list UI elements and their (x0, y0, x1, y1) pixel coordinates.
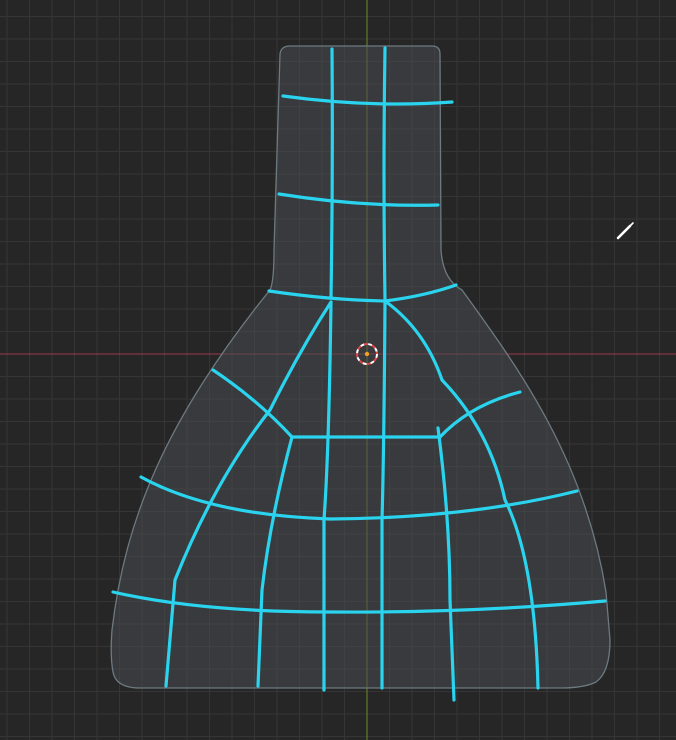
stroke-neck-left (329, 47, 334, 300)
3d-viewport[interactable] (0, 0, 676, 740)
viewport-canvas[interactable] (0, 0, 676, 740)
stroke-neck-right (382, 46, 387, 301)
